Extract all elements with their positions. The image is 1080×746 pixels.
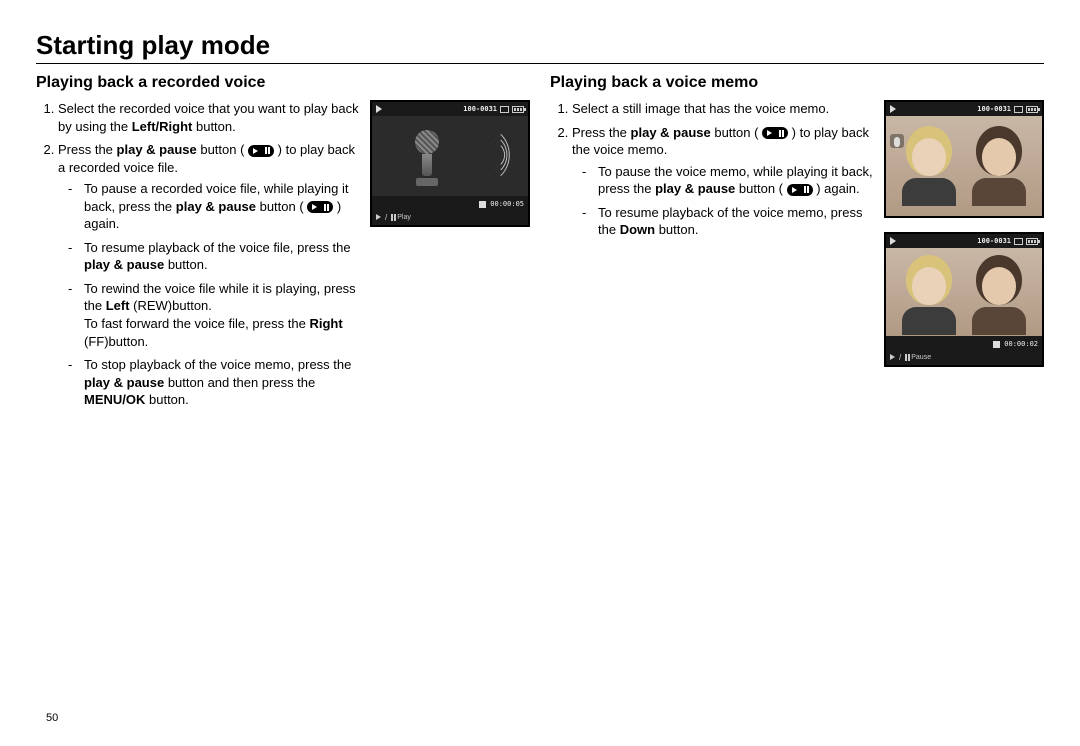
right-body: Select a still image that has the voice …: [550, 100, 1044, 367]
memo-screenshot-1: 100-0031: [884, 100, 1044, 218]
action-label: Play: [397, 214, 411, 221]
left-screens: 100-0031: [370, 100, 530, 415]
right-text: Select a still image that has the voice …: [550, 100, 874, 367]
play-pause-icon: [787, 184, 813, 196]
scr-topbar: 100-0031: [886, 234, 1042, 248]
stop-icon: [993, 341, 1000, 348]
left-step-1: Select the recorded voice that you want …: [58, 100, 360, 135]
scr-topbar: 100-0031: [886, 102, 1042, 116]
play-pause-icon: [307, 201, 333, 213]
memo-screenshot-2: 100-0031 00:00:02: [884, 232, 1044, 367]
battery-icon: [1026, 106, 1038, 113]
pause-icon: [391, 214, 393, 221]
file-number: 100-0031: [977, 237, 1011, 245]
manual-page: Starting play mode Playing back a record…: [0, 0, 1080, 746]
stop-icon: [479, 201, 486, 208]
photo-preview: [886, 116, 1042, 216]
left-heading: Playing back a recorded voice: [36, 74, 530, 92]
scr-body: [886, 116, 1042, 216]
left-body: Select the recorded voice that you want …: [36, 100, 530, 415]
photo-preview: [886, 248, 1042, 336]
left-text: Select the recorded voice that you want …: [36, 100, 360, 415]
columns: Playing back a recorded voice Select the…: [36, 74, 1044, 415]
right-step-1: Select a still image that has the voice …: [572, 100, 874, 118]
right-sub-2: To resume playback of the voice memo, pr…: [582, 204, 874, 239]
left-sub-4: To stop playback of the voice memo, pres…: [68, 356, 360, 409]
right-sub-1: To pause the voice memo, while playing i…: [582, 163, 874, 198]
title-rule: [36, 63, 1044, 64]
elapsed-time: 00:00:05: [490, 200, 524, 208]
left-steps: Select the recorded voice that you want …: [36, 100, 360, 409]
play-icon: [376, 214, 381, 220]
pause-icon: [905, 354, 907, 361]
left-sub-2: To resume playback of the voice file, pr…: [68, 239, 360, 274]
card-icon: [1014, 106, 1023, 113]
scr-body: [886, 248, 1042, 336]
microphone-icon: [410, 130, 444, 186]
voice-memo-icon: [890, 134, 904, 148]
page-title: Starting play mode: [36, 30, 1044, 61]
play-pause-icon: [248, 145, 274, 157]
file-number: 100-0031: [463, 105, 497, 113]
left-substeps: To pause a recorded voice file, while pl…: [58, 180, 360, 409]
voice-screenshot: 100-0031: [370, 100, 530, 227]
battery-icon: [1026, 238, 1038, 245]
card-icon: [1014, 238, 1023, 245]
action-label: Pause: [911, 354, 931, 361]
scr-body: [372, 116, 528, 196]
page-number: 50: [46, 712, 58, 724]
play-pause-icon: [762, 127, 788, 139]
column-right: Playing back a voice memo Select a still…: [550, 74, 1044, 415]
right-heading: Playing back a voice memo: [550, 74, 1044, 92]
left-sub-3: To rewind the voice file while it is pla…: [68, 280, 360, 350]
play-icon: [890, 237, 896, 245]
play-icon: [890, 354, 895, 360]
column-left: Playing back a recorded voice Select the…: [36, 74, 530, 415]
play-icon: [376, 105, 382, 113]
right-screens: 100-0031: [884, 100, 1044, 367]
file-number: 100-0031: [977, 105, 1011, 113]
right-steps: Select a still image that has the voice …: [550, 100, 874, 239]
card-icon: [500, 106, 509, 113]
battery-icon: [512, 106, 524, 113]
scr-topbar: 100-0031: [372, 102, 528, 116]
scr-footer: 00:00:02 / Pause: [886, 336, 1042, 365]
right-step-2: Press the play & pause button ( ) to pla…: [572, 124, 874, 239]
left-sub-1: To pause a recorded voice file, while pl…: [68, 180, 360, 233]
right-substeps: To pause the voice memo, while playing i…: [572, 163, 874, 239]
play-icon: [890, 105, 896, 113]
scr-footer: 00:00:05 / Play: [372, 196, 528, 225]
left-step-2: Press the play & pause button ( ) to pla…: [58, 141, 360, 409]
elapsed-time: 00:00:02: [1004, 340, 1038, 348]
